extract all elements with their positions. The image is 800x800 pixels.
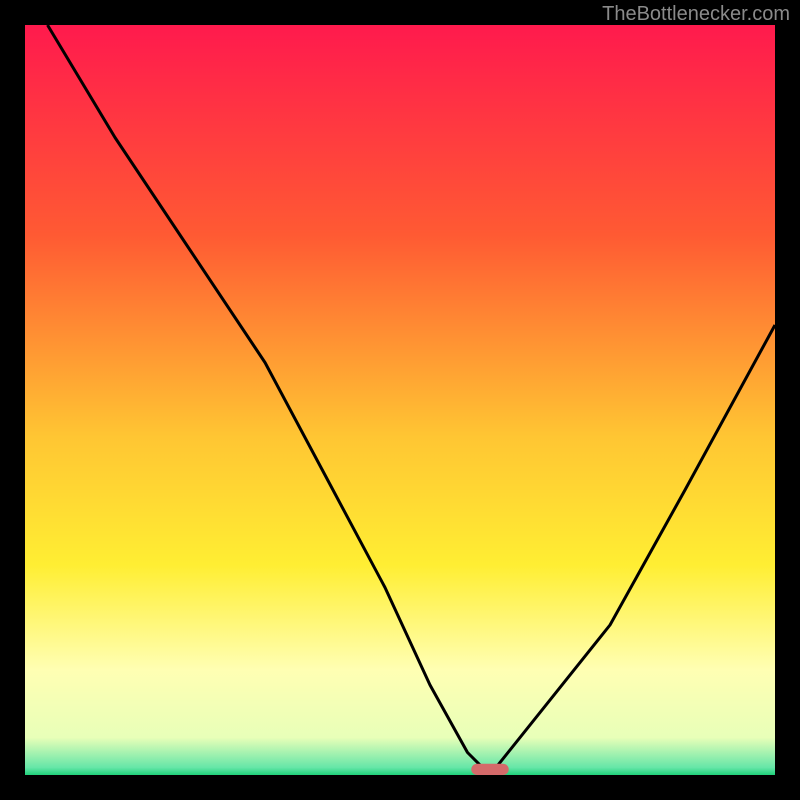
- plot-area: [25, 25, 775, 775]
- bottleneck-chart: TheBottlenecker.com: [0, 0, 800, 800]
- watermark-text: TheBottlenecker.com: [602, 3, 790, 25]
- optimal-marker: [471, 764, 509, 775]
